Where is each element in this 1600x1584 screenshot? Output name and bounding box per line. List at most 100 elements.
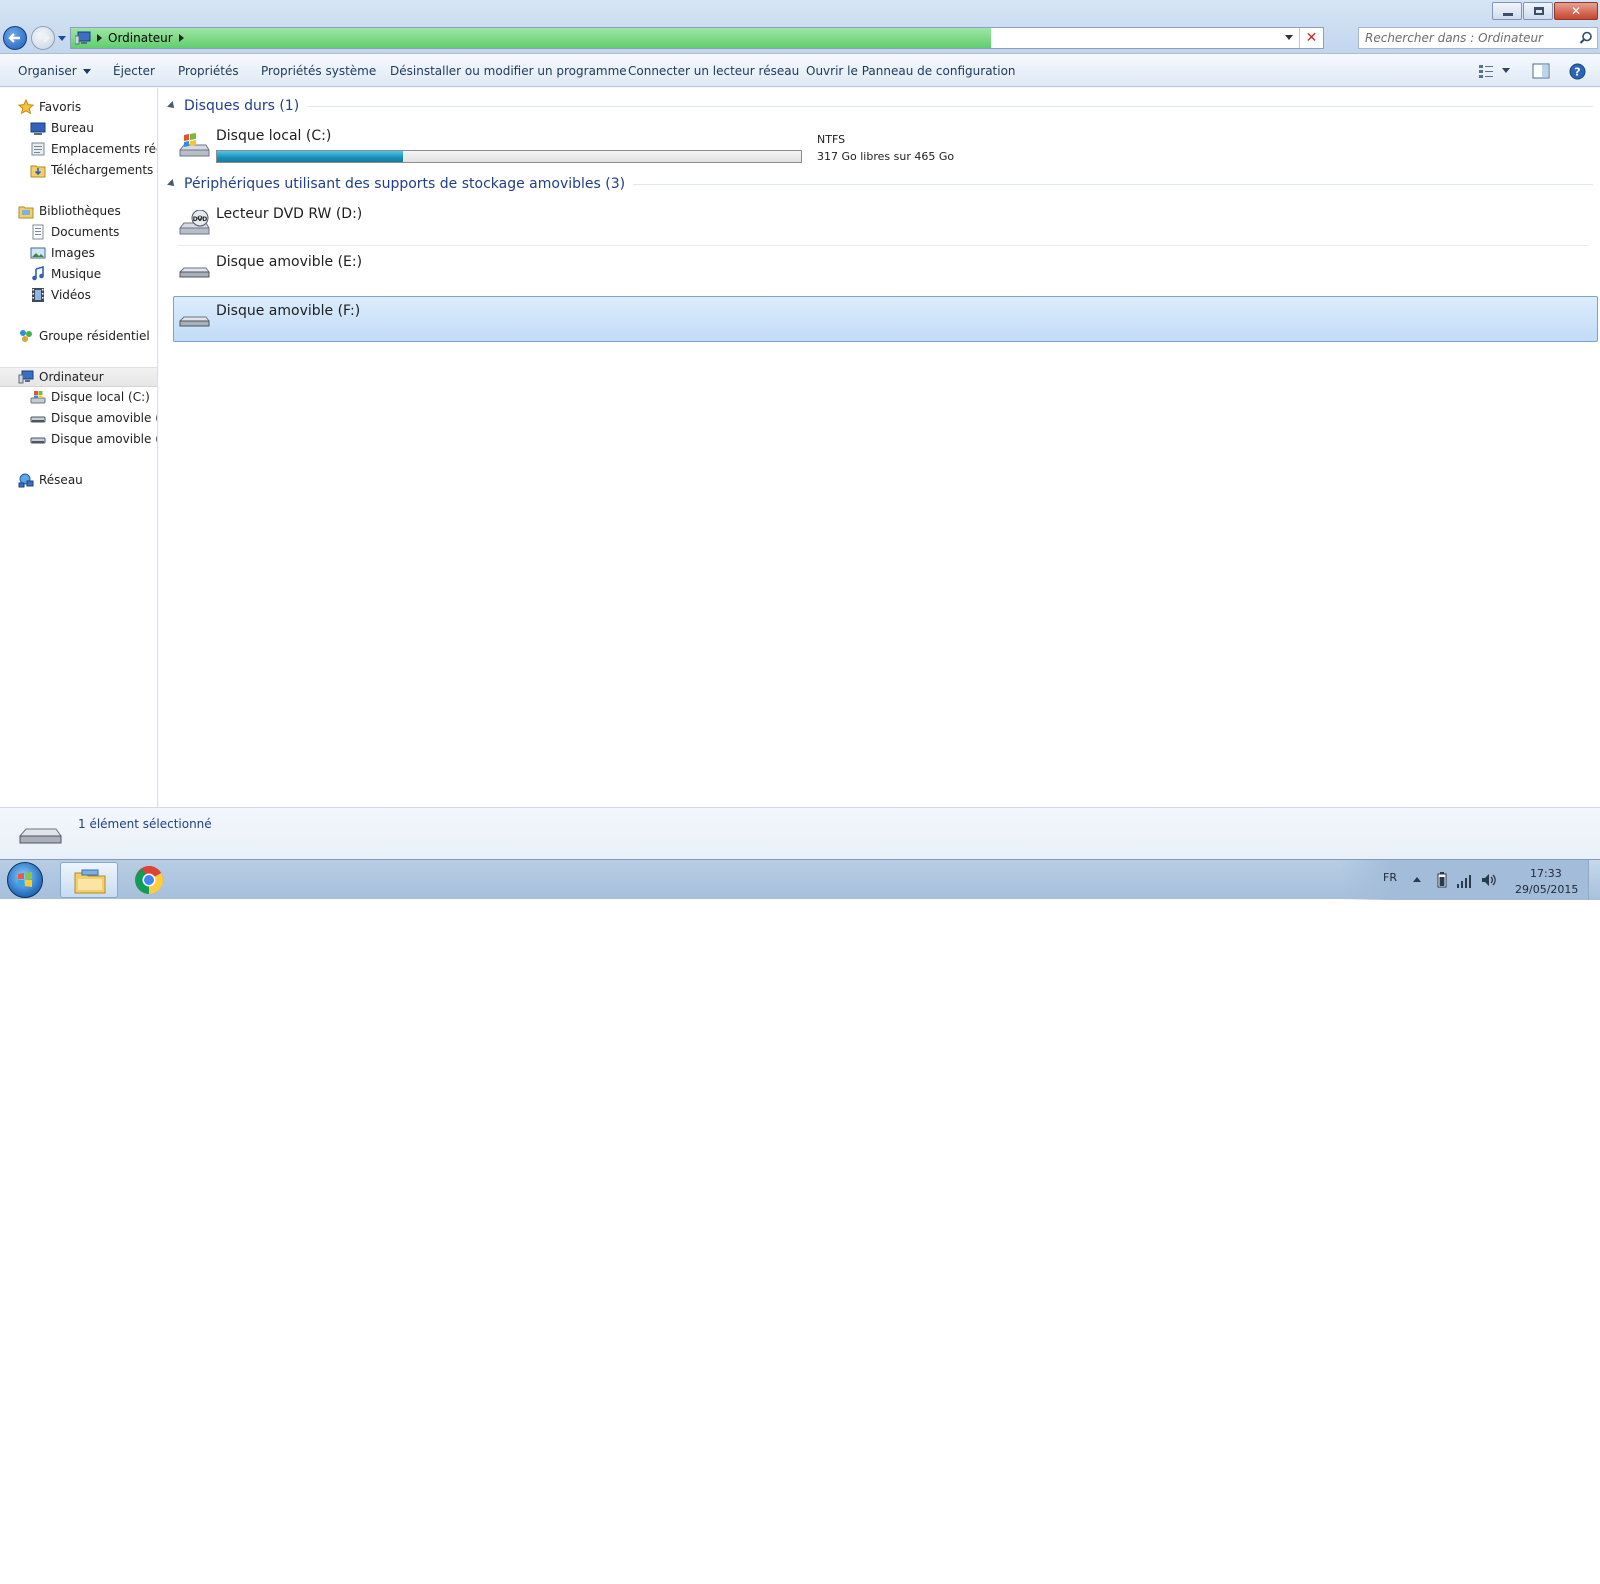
svg-text:DVD: DVD [193,216,208,223]
nav-item-label: Emplacements récents [51,142,157,156]
language-indicator[interactable]: FR [1383,871,1397,884]
title-bar: ✕ Ordinateur ✕ [0,0,1600,54]
group-divider [633,183,1593,185]
nav-libraries-label: Bibliothèques [39,204,121,218]
clock-time[interactable]: 17:33 [1530,867,1562,880]
nav-computer[interactable]: Ordinateur [0,367,157,387]
drive-item-dvd-d[interactable]: DVD Lecteur DVD RW (D:) [174,200,1594,246]
nav-item-bureau[interactable]: Bureau [30,118,94,138]
computer-icon [18,370,34,384]
nav-item-downloads[interactable]: Téléchargements [30,160,153,180]
nav-item-label: Téléchargements [51,163,154,177]
homegroup-icon [20,330,32,342]
taskbar-explorer-button[interactable] [60,862,118,898]
drive-item-removable-e[interactable]: Disque amovible (E:) [174,248,1594,294]
removable-drive-icon [30,437,46,444]
forward-button[interactable] [31,26,55,50]
images-icon [30,247,46,259]
nav-item-images[interactable]: Images [30,243,95,263]
start-button[interactable] [7,862,43,898]
chrome-icon[interactable] [134,865,164,895]
dvd-drive-icon: DVD [179,210,210,235]
removable-drive-icon [30,416,46,423]
selection-status: 1 élément sélectionné [78,817,212,831]
nav-item-label: Disque local (C:) [51,390,150,404]
search-box[interactable] [1358,27,1598,49]
search-input[interactable] [1365,31,1565,45]
svg-text:?: ? [1574,66,1580,79]
nav-item-local-disk-c[interactable]: Disque local (C:) [30,387,150,407]
map-network-drive-button[interactable]: Connecter un lecteur réseau [628,64,799,78]
windows-drive-icon [179,133,210,157]
nav-item-label: Vidéos [51,288,91,302]
music-note-icon [32,266,44,281]
star-icon [18,99,34,115]
collapse-triangle-icon[interactable] [167,179,177,189]
help-icon[interactable]: ? [1569,63,1586,80]
nav-item-removable-f[interactable]: Disque amovible (F:) [30,429,157,449]
organize-menu[interactable]: Organiser [18,64,91,78]
explorer-window: ✕ Ordinateur ✕ Rechercher dans: Ordinat… [0,0,1600,859]
battery-icon[interactable] [1437,872,1447,888]
group-label: Périphériques utilisant des supports de … [184,176,626,192]
nav-item-label: Documents [51,225,120,239]
show-desktop-button[interactable] [1588,860,1600,900]
drive-free-space: 317 Go libres sur 465 Go [817,150,955,163]
removable-drive-icon [179,267,210,278]
nav-favorites[interactable]: Favoris [18,97,81,117]
uninstall-program-button[interactable]: Désinstaller ou modifier un programme [390,64,627,78]
eject-button[interactable]: Éjecter [113,64,155,78]
address-bar[interactable]: Ordinateur ✕ [70,27,1324,49]
system-properties-button[interactable]: Propriétés système [261,64,376,78]
group-header-hard-disks[interactable]: Disques durs (1) [167,96,1593,116]
nav-item-videos[interactable]: Vidéos [30,285,91,305]
nav-homegroup[interactable]: Groupe résidentiel [18,326,150,346]
nav-item-removable-e[interactable]: Disque amovible (E:) [30,408,157,428]
breadcrumb-ordinateur[interactable]: Ordinateur [108,31,173,45]
breadcrumb-separator-icon[interactable] [178,34,184,42]
nav-libraries[interactable]: Bibliothèques [18,201,121,221]
nav-item-music[interactable]: Musique [30,264,101,284]
removable-drive-icon [179,316,210,327]
open-control-panel-button[interactable]: Ouvrir le Panneau de configuration [806,64,1016,78]
address-progress-bar [71,28,992,48]
group-divider [307,105,1593,107]
properties-button[interactable]: Propriétés [178,64,239,78]
back-button[interactable] [3,26,27,50]
details-pane: 1 élément sélectionné [0,807,1600,859]
view-options-icon[interactable] [1478,63,1494,79]
group-header-removable-storage[interactable]: Périphériques utilisant des supports de … [167,174,1593,194]
drive-usage-fill [217,151,403,162]
search-icon[interactable] [1579,31,1593,45]
libraries-icon [18,206,34,219]
close-button[interactable]: ✕ [1554,2,1598,20]
restore-button[interactable] [1523,2,1553,20]
drive-name: Lecteur DVD RW (D:) [216,206,363,222]
nav-item-recent-places[interactable]: Emplacements récents [30,139,157,159]
signal-strength-icon[interactable] [1457,874,1473,888]
breadcrumb-separator-icon[interactable] [97,34,102,42]
nav-item-documents[interactable]: Documents [30,222,119,242]
collapse-triangle-icon[interactable] [167,101,177,111]
drive-item-local-disk-c[interactable]: Disque local (C:) NTFS 317 Go libres sur… [174,122,1594,168]
view-dropdown-icon[interactable] [1502,68,1510,74]
preview-pane-icon[interactable] [1532,63,1550,79]
minimize-button[interactable] [1492,2,1522,20]
navigation-pane: Favoris Bureau Emplacements récents Télé… [0,88,158,807]
drive-name: Disque amovible (F:) [216,303,361,319]
nav-item-label: Bureau [51,121,94,135]
nav-network[interactable]: Réseau [18,470,83,490]
recent-pages-dropdown[interactable] [58,34,66,42]
computer-icon [75,31,91,45]
show-hidden-icons-icon[interactable] [1413,877,1421,882]
stop-loading-button[interactable]: ✕ [1299,28,1323,48]
organize-label: Organiser [18,64,77,78]
drive-item-removable-f[interactable]: Disque amovible (F:) [173,296,1598,342]
row-divider [178,245,1588,246]
clock-date[interactable]: 29/05/2015 [1515,883,1578,896]
volume-icon[interactable] [1481,872,1497,888]
breadcrumb: Ordinateur [75,30,184,46]
nav-item-label: Disque amovible (F:) [51,432,157,446]
address-dropdown-icon[interactable] [1285,35,1293,40]
window-controls: ✕ [1491,2,1598,20]
